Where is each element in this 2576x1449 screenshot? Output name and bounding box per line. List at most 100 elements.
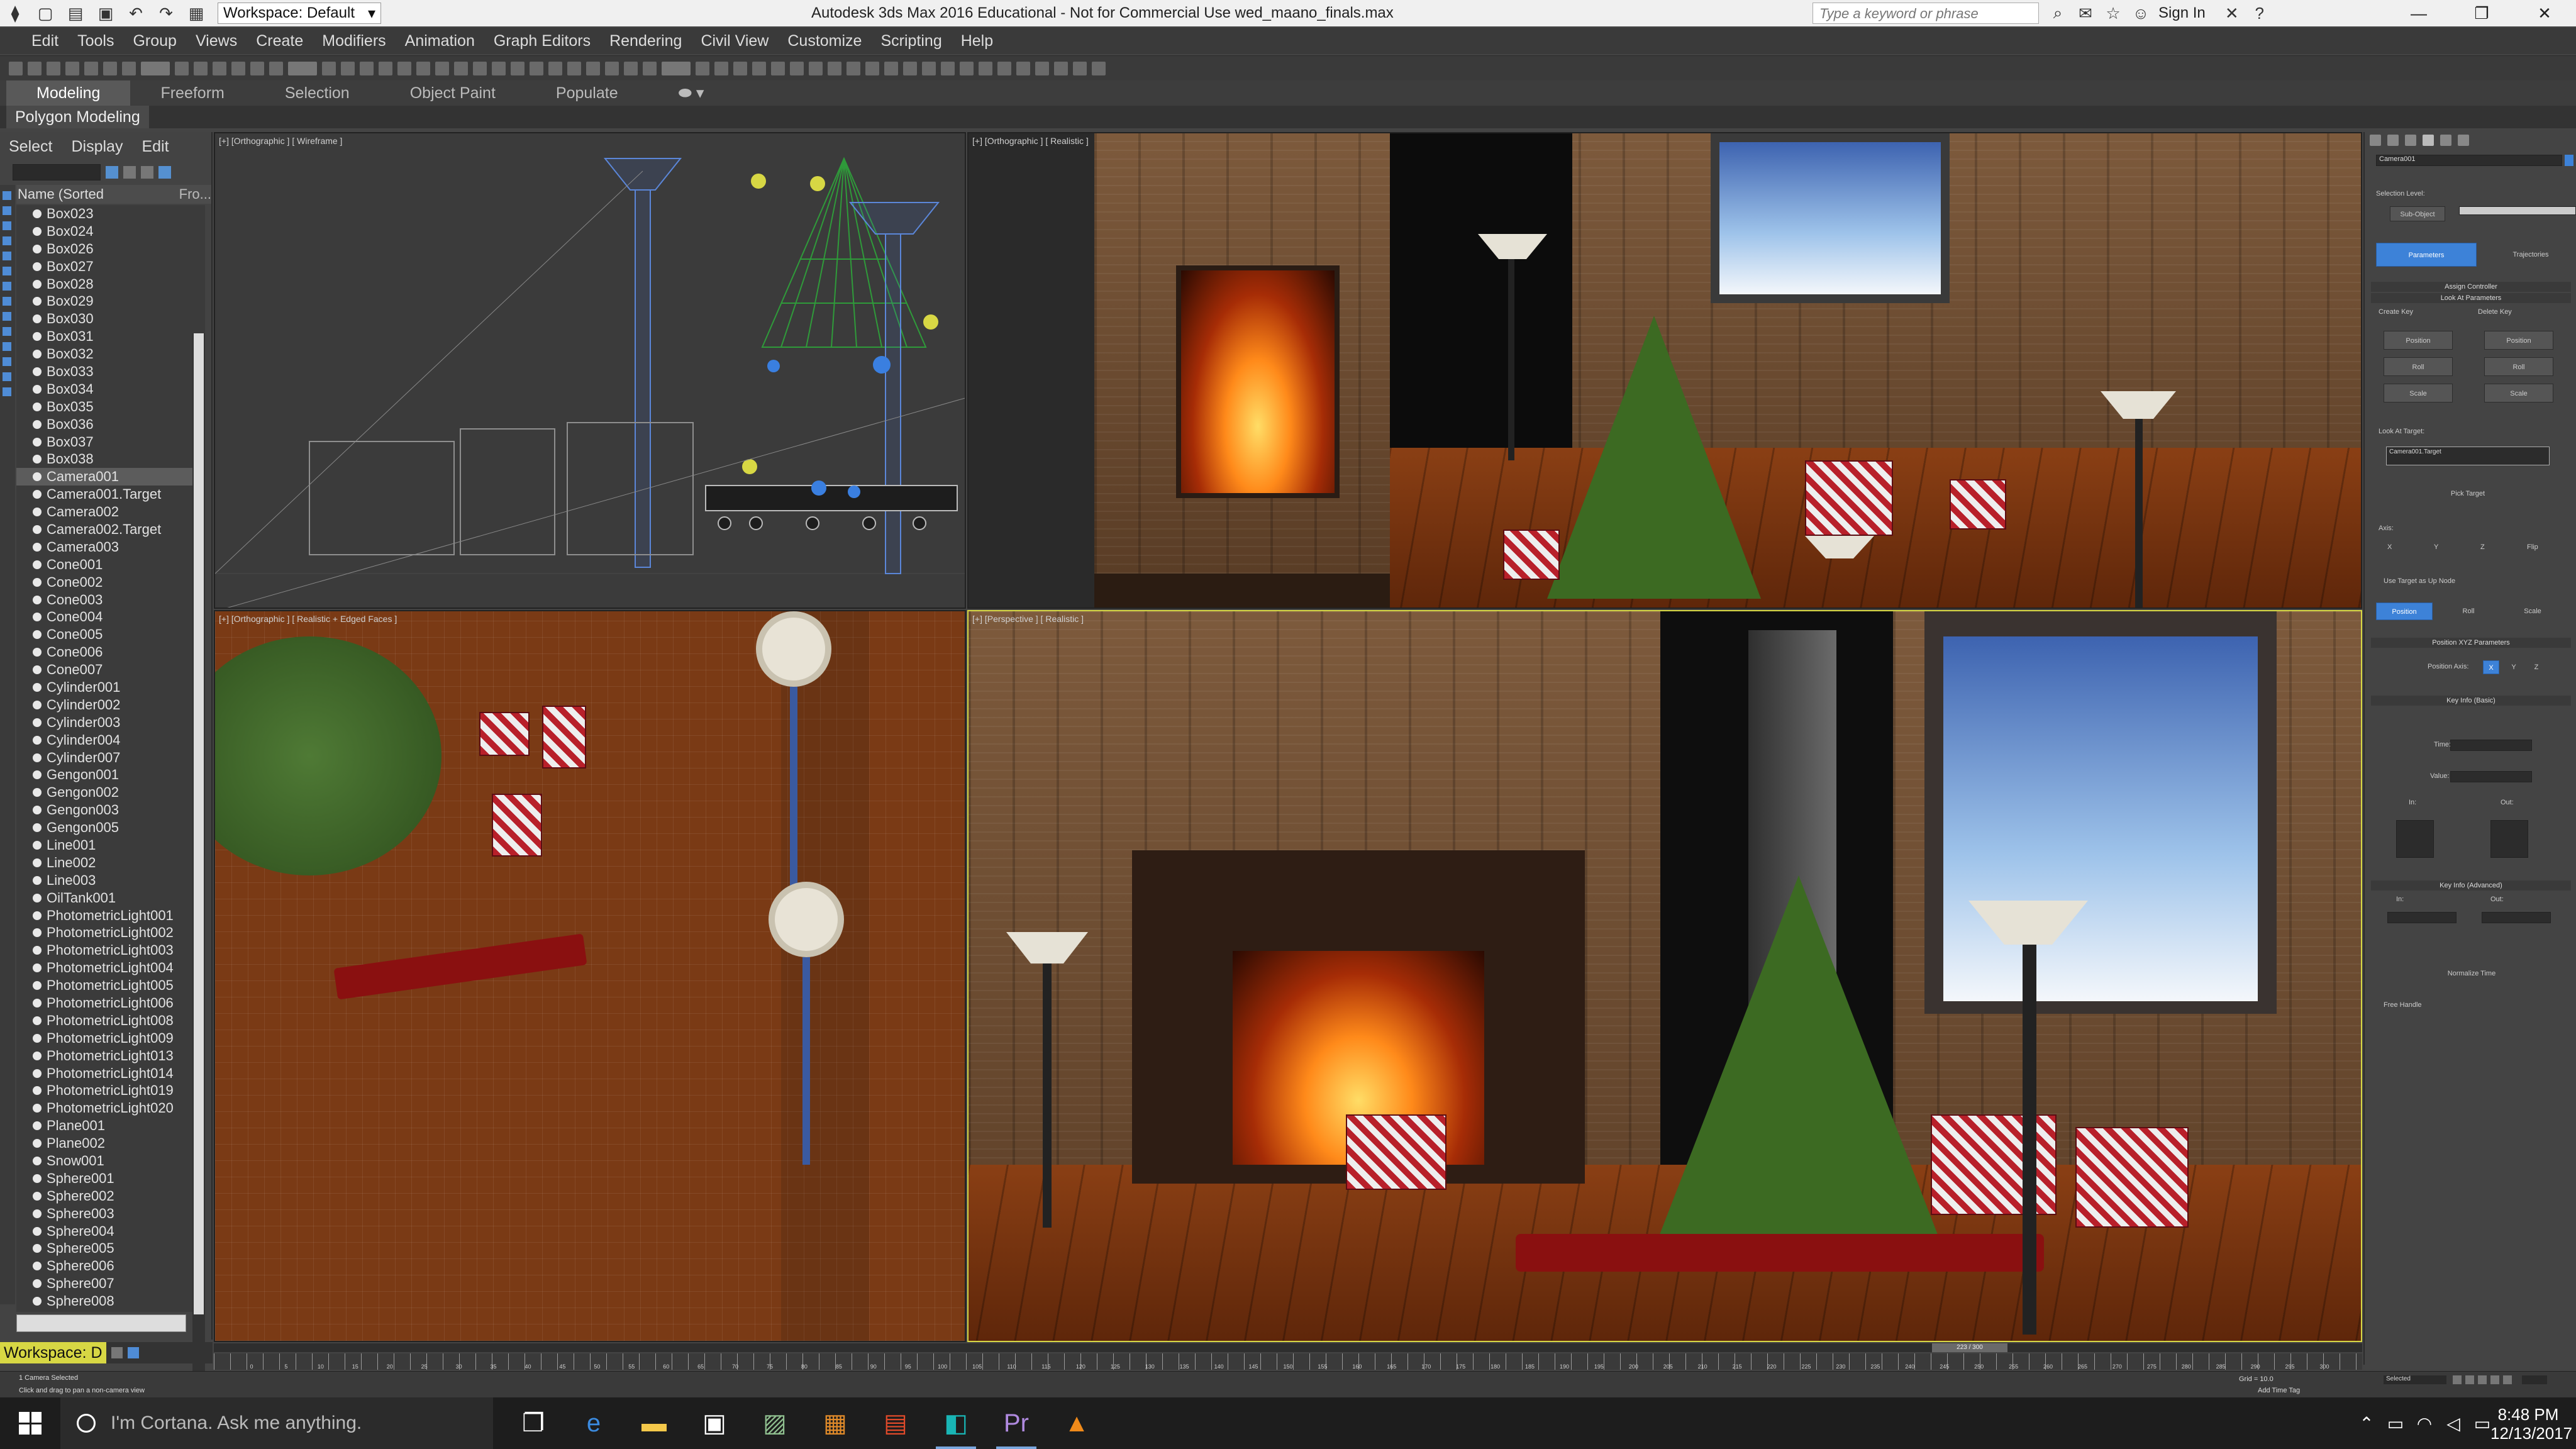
toolbar-button[interactable] bbox=[250, 61, 264, 75]
list-item[interactable]: Cone007 bbox=[16, 661, 205, 679]
key-info-advanced-rollout[interactable]: Key Info (Advanced) bbox=[2371, 880, 2571, 891]
toolbar-button[interactable] bbox=[65, 61, 79, 75]
viewport-label[interactable]: [+] [Orthographic ] [ Realistic + Edged … bbox=[219, 614, 397, 624]
visibility-icon[interactable] bbox=[33, 525, 42, 534]
viewport-label[interactable]: [+] [Orthographic ] [ Realistic ] bbox=[972, 136, 1089, 146]
toolbar-button[interactable] bbox=[979, 61, 992, 75]
create-key-position-button[interactable]: Position bbox=[2384, 331, 2453, 350]
visibility-icon[interactable] bbox=[33, 1174, 42, 1183]
filter-toggle-icon[interactable] bbox=[3, 267, 11, 275]
toolbar-button[interactable] bbox=[1035, 61, 1049, 75]
menu-civil-view[interactable]: Civil View bbox=[701, 32, 769, 50]
toolbar-button[interactable] bbox=[84, 61, 98, 75]
list-item[interactable]: Camera002 bbox=[16, 503, 205, 521]
visibility-icon[interactable] bbox=[33, 1262, 42, 1271]
toolbar-button[interactable] bbox=[903, 61, 917, 75]
toolbar-button[interactable] bbox=[9, 61, 23, 75]
explorer-menu-display[interactable]: Display bbox=[71, 138, 123, 156]
visibility-icon[interactable] bbox=[33, 648, 42, 657]
toolbar-button[interactable] bbox=[530, 61, 543, 75]
list-item[interactable]: Plane002 bbox=[16, 1135, 205, 1152]
list-item[interactable]: PhotometricLight002 bbox=[16, 924, 205, 942]
toolbar-button[interactable] bbox=[1092, 61, 1106, 75]
toolbar-button[interactable] bbox=[586, 61, 600, 75]
toolbar-button[interactable] bbox=[790, 61, 804, 75]
delete-key-roll-button[interactable]: Roll bbox=[2484, 357, 2553, 376]
toolbar-button[interactable] bbox=[865, 61, 879, 75]
add-time-tag[interactable]: Add Time Tag bbox=[2258, 1387, 2300, 1394]
filter-icon[interactable] bbox=[106, 166, 118, 179]
toolbar-button[interactable] bbox=[922, 61, 936, 75]
visibility-icon[interactable] bbox=[33, 367, 42, 376]
list-item[interactable]: Box031 bbox=[16, 328, 205, 345]
task-view-icon[interactable]: ❐ bbox=[511, 1397, 556, 1449]
toolbar-button[interactable] bbox=[360, 61, 374, 75]
list-item[interactable]: Sphere002 bbox=[16, 1187, 205, 1205]
sign-in-link[interactable]: Sign In bbox=[2158, 4, 2206, 22]
toolbar-button[interactable] bbox=[379, 61, 392, 75]
visibility-icon[interactable] bbox=[33, 630, 42, 640]
visibility-icon[interactable] bbox=[33, 560, 42, 569]
list-item[interactable]: Cylinder002 bbox=[16, 696, 205, 714]
modify-tab-icon[interactable] bbox=[2387, 135, 2399, 146]
menu-create[interactable]: Create bbox=[256, 32, 303, 50]
trajectories-button[interactable]: Trajectories bbox=[2487, 243, 2575, 267]
visibility-icon[interactable] bbox=[33, 682, 42, 692]
position-axis-y-button[interactable]: Y bbox=[2506, 660, 2522, 674]
toolbar-button[interactable] bbox=[1054, 61, 1068, 75]
key-filter-dropdown[interactable]: Selected bbox=[2384, 1375, 2446, 1384]
filter-toggle-icon[interactable] bbox=[3, 357, 11, 366]
list-item[interactable]: PhotometricLight008 bbox=[16, 1012, 205, 1030]
scale-mode-button[interactable]: Scale bbox=[2504, 602, 2561, 620]
list-item[interactable]: Cylinder003 bbox=[16, 714, 205, 731]
visibility-icon[interactable] bbox=[33, 841, 42, 850]
filter-toggle-icon[interactable] bbox=[3, 297, 11, 306]
toolbar-button[interactable] bbox=[103, 61, 117, 75]
list-item[interactable]: Camera003 bbox=[16, 538, 205, 556]
visibility-icon[interactable] bbox=[33, 1104, 42, 1113]
save-icon[interactable]: ▣ bbox=[93, 2, 118, 25]
hold-icon[interactable]: ▦ bbox=[184, 2, 209, 25]
menu-tools[interactable]: Tools bbox=[77, 32, 114, 50]
new-file-icon[interactable]: ▢ bbox=[33, 2, 58, 25]
visibility-icon[interactable] bbox=[33, 735, 42, 745]
list-item[interactable]: Sphere005 bbox=[16, 1240, 205, 1258]
visibility-icon[interactable] bbox=[33, 1157, 42, 1166]
tab-populate[interactable]: Populate bbox=[526, 80, 648, 106]
toolbar-button[interactable] bbox=[809, 61, 823, 75]
filter-toggle-icon[interactable] bbox=[3, 372, 11, 381]
time-spinner[interactable] bbox=[2450, 740, 2532, 751]
visibility-icon[interactable] bbox=[33, 314, 42, 324]
visibility-icon[interactable] bbox=[33, 1191, 42, 1201]
list-item[interactable]: Camera002.Target bbox=[16, 521, 205, 538]
visibility-icon[interactable] bbox=[33, 981, 42, 991]
toolbar-button[interactable] bbox=[492, 61, 506, 75]
photos-icon[interactable]: ▨ bbox=[752, 1397, 797, 1449]
visibility-icon[interactable] bbox=[33, 700, 42, 709]
list-item[interactable]: Cone001 bbox=[16, 556, 205, 574]
visibility-icon[interactable] bbox=[33, 1051, 42, 1060]
visibility-icon[interactable] bbox=[33, 437, 42, 447]
taskbar-clock[interactable]: 8:48 PM 12/13/2017 bbox=[2490, 1405, 2572, 1443]
explorer-vertical-scrollbar[interactable] bbox=[192, 333, 205, 1402]
visibility-icon[interactable] bbox=[33, 350, 42, 359]
play-icon[interactable] bbox=[2478, 1375, 2487, 1384]
toolbar-button[interactable] bbox=[213, 61, 226, 75]
filter-toggle-icon[interactable] bbox=[3, 387, 11, 396]
visibility-icon[interactable] bbox=[33, 1209, 42, 1218]
visibility-icon[interactable] bbox=[33, 963, 42, 973]
list-item[interactable]: Box032 bbox=[16, 345, 205, 363]
visibility-icon[interactable] bbox=[33, 455, 42, 464]
redo-icon[interactable]: ↷ bbox=[153, 2, 179, 25]
visibility-icon[interactable] bbox=[33, 718, 42, 727]
list-item[interactable]: Box036 bbox=[16, 416, 205, 433]
position-axis-x-button[interactable]: X bbox=[2483, 660, 2499, 674]
visibility-icon[interactable] bbox=[33, 226, 42, 236]
list-item[interactable]: Camera001 bbox=[16, 468, 205, 486]
toolbar-button[interactable] bbox=[47, 61, 60, 75]
explorer-horizontal-scrollbar[interactable] bbox=[16, 1314, 186, 1332]
store-icon[interactable]: ▣ bbox=[692, 1397, 737, 1449]
toolbar-button[interactable] bbox=[752, 61, 766, 75]
visibility-icon[interactable] bbox=[33, 665, 42, 675]
list-item[interactable]: PhotometricLight014 bbox=[16, 1065, 205, 1082]
